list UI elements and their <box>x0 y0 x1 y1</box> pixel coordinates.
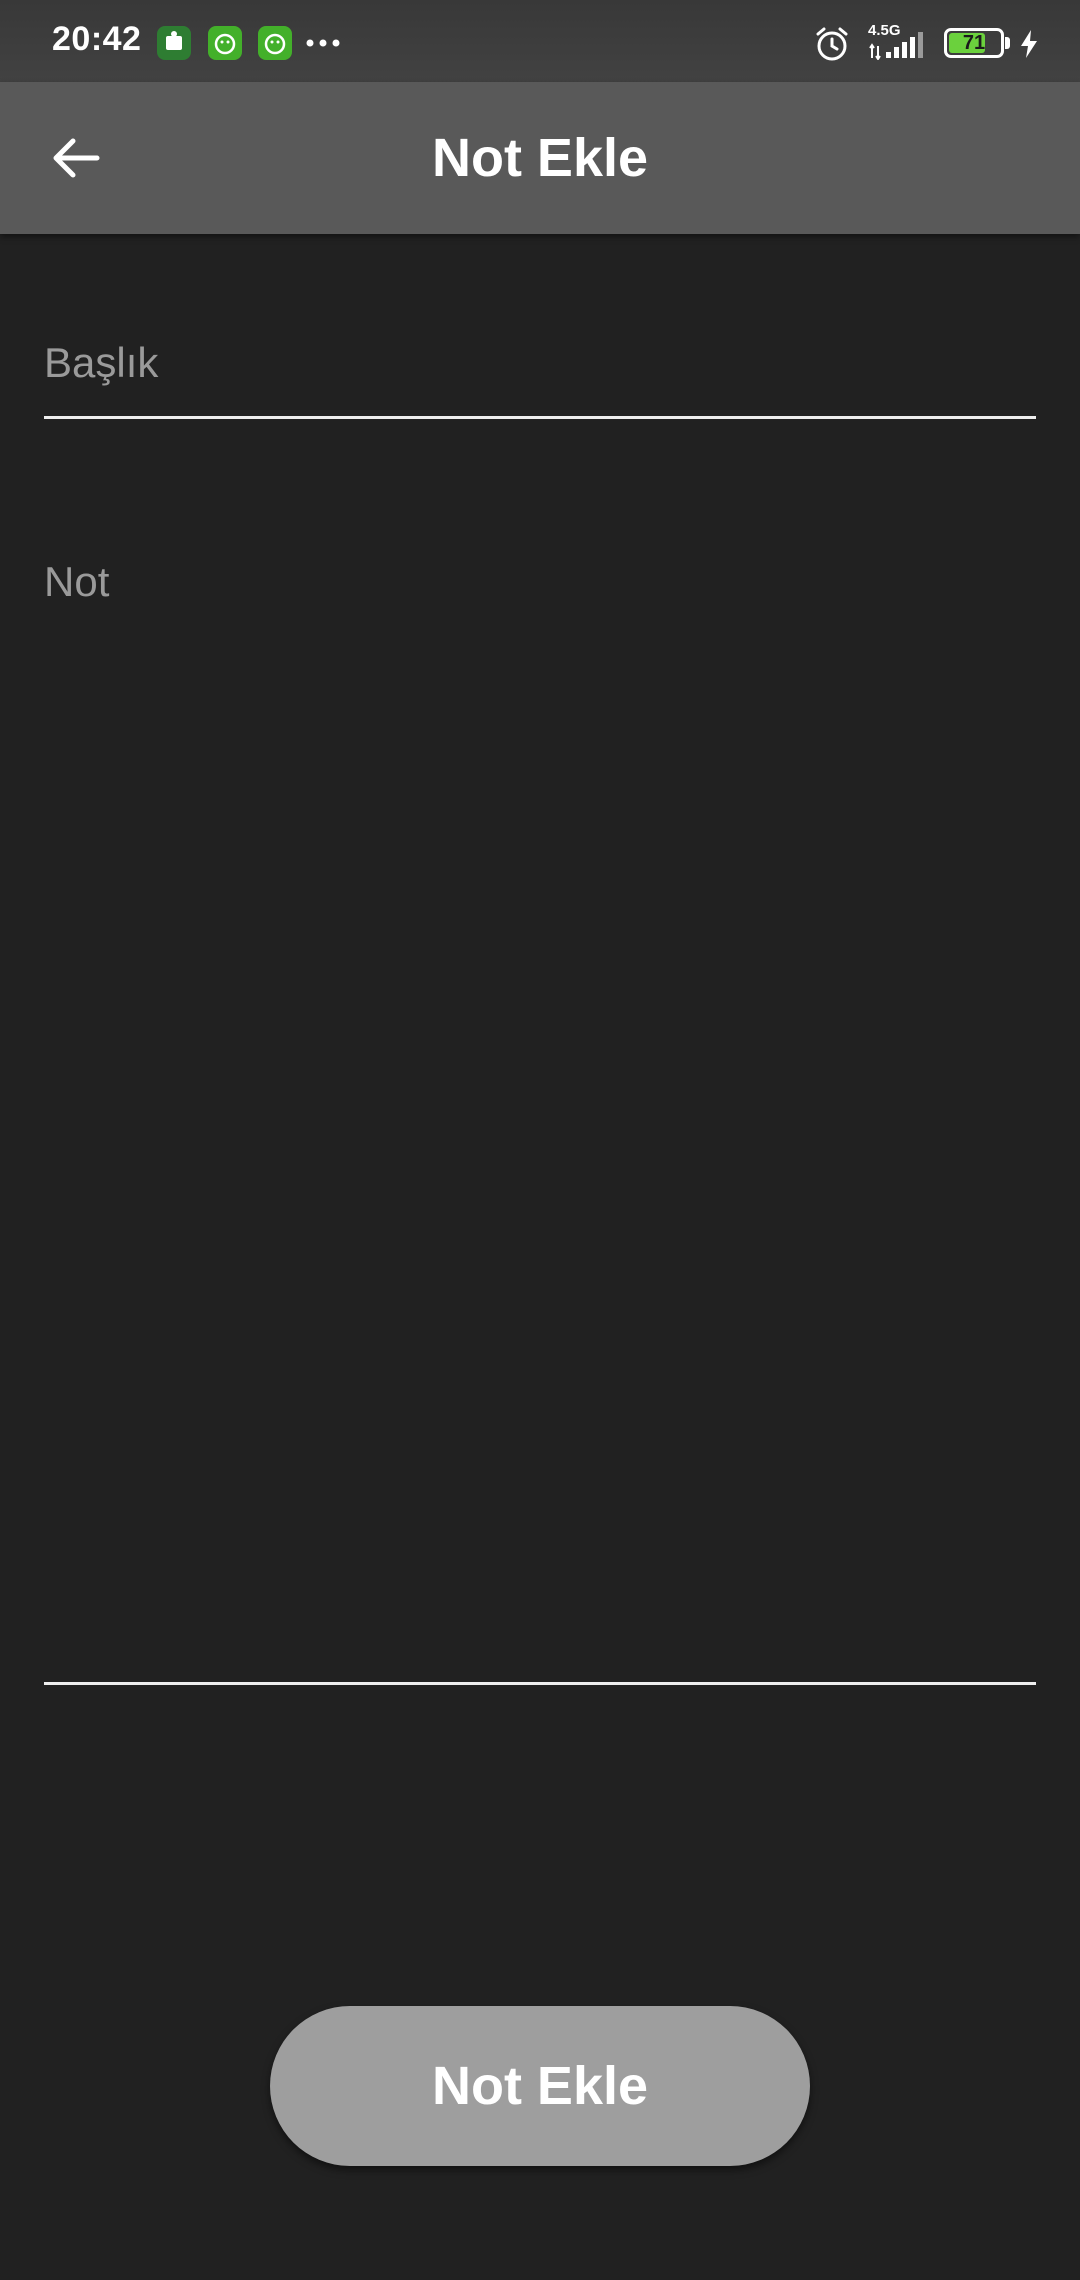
app-bar: Not Ekle <box>0 82 1080 234</box>
note-input[interactable] <box>44 548 1036 1678</box>
battery-cap <box>1005 37 1010 49</box>
charging-icon <box>1018 28 1040 65</box>
app-notification-icon <box>157 26 191 60</box>
battery-level-text: 71 <box>962 32 986 54</box>
title-input[interactable] <box>44 310 1036 416</box>
title-field <box>44 310 1036 420</box>
note-field <box>44 548 1036 1688</box>
status-bar: 20:42 4.5G 71 <box>0 0 1080 82</box>
page-title: Not Ekle <box>431 128 649 188</box>
title-underline <box>44 416 1036 419</box>
alarm-icon <box>812 24 852 69</box>
app-notification-icon <box>208 26 242 60</box>
note-underline <box>44 1682 1036 1685</box>
back-button[interactable] <box>36 118 116 198</box>
signal-icon <box>868 28 930 65</box>
status-time: 20:42 <box>52 20 142 58</box>
add-note-button[interactable]: Not Ekle <box>270 2006 810 2166</box>
more-notifications-icon <box>304 26 344 65</box>
arrow-left-icon <box>53 138 100 178</box>
app-notification-icon <box>258 26 292 60</box>
